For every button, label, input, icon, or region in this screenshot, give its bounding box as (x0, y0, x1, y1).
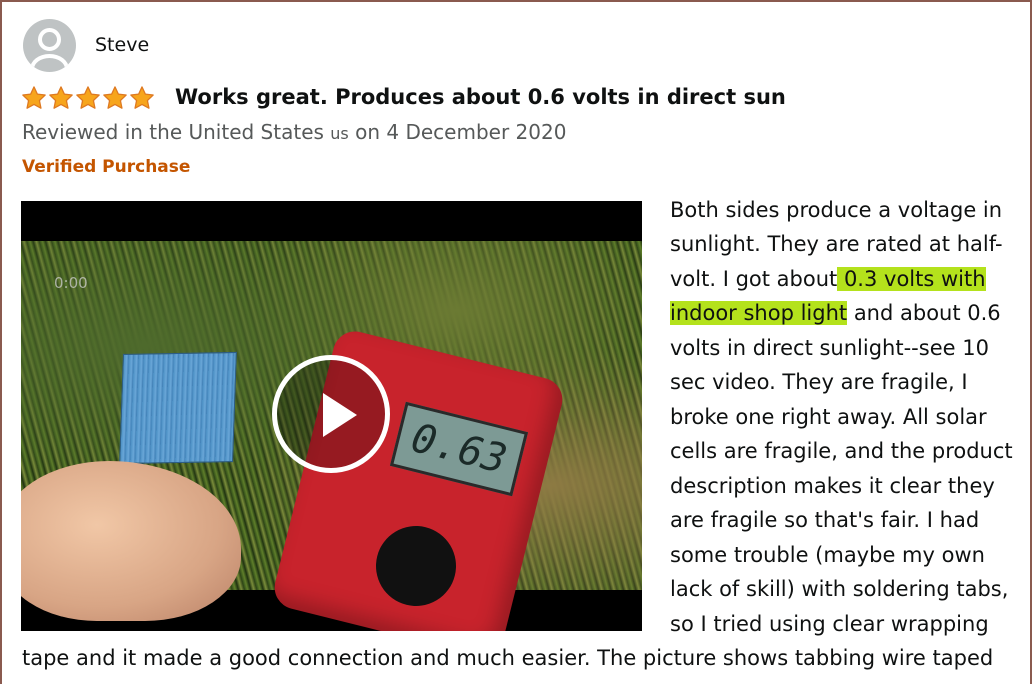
highlighted-text: 0.3 volts with (837, 267, 986, 291)
review-line: tape and it made a good connection and m… (22, 646, 994, 670)
review-line: broke one right away. All solar (670, 405, 987, 429)
review-line: cells are fragile, and the product (670, 439, 1013, 463)
highlighted-text: indoor shop light (670, 301, 848, 325)
review-body: Both sides produce a voltage in sunlight… (0, 0, 1032, 682)
review-line: Both sides produce a voltage in (670, 198, 1003, 222)
review-text: and about 0.6 (847, 301, 1001, 325)
review-line: so I tried using clear wrapping (670, 612, 989, 636)
review-line: sunlight. They are rated at half- (670, 232, 1003, 256)
review-line: volt. I got about 0.3 volts with (670, 262, 986, 296)
review-text: volt. I got about (670, 267, 838, 291)
review-line: lack of skill) with soldering tabs, (670, 577, 1009, 601)
review-line: some trouble (maybe my own (670, 543, 985, 567)
review-line: indoor shop light and about 0.6 (670, 296, 1001, 330)
review-line: volts in direct sunlight--see 10 (670, 336, 989, 360)
review-line: description makes it clear they (670, 474, 995, 498)
review-line: are fragile so that's fair. I had (670, 508, 980, 532)
review-line: sec video. They are fragile, I (670, 370, 968, 394)
